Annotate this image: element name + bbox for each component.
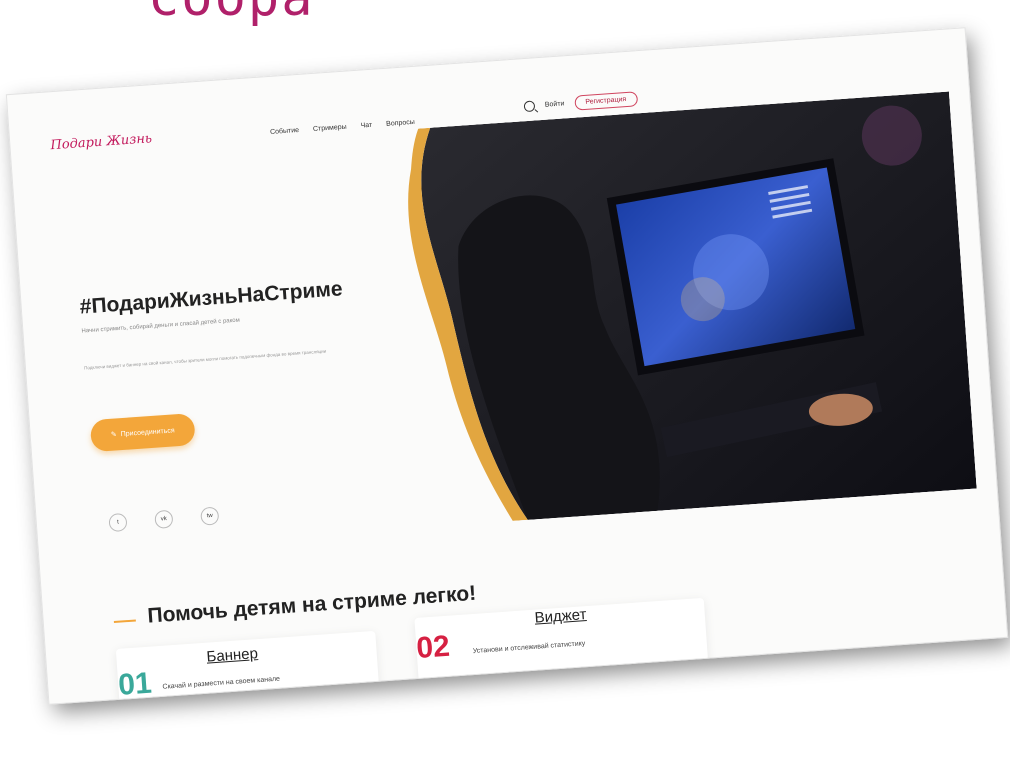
social-links: t vk tw	[108, 506, 220, 533]
step-title-widget[interactable]: Виджет	[534, 606, 587, 627]
search-icon[interactable]	[523, 100, 536, 113]
site-logo[interactable]: Подари Жизнь	[50, 131, 153, 153]
step-desc-widget: Установи и отслеживай статистику	[472, 640, 586, 656]
step-title-banner[interactable]: Баннер	[206, 645, 259, 666]
twitter-icon[interactable]: t	[108, 512, 128, 533]
hero-gamer-image	[390, 91, 977, 528]
section-divider	[113, 619, 136, 624]
step-desc-banner: Скачай и размести на своем канале	[162, 675, 281, 691]
register-button[interactable]: Регистрация	[573, 91, 638, 111]
website-screenshot: Подари Жизнь Событие Стримеры Чат Вопрос…	[5, 27, 1009, 705]
twitch-icon[interactable]: tw	[200, 506, 220, 526]
nav-item-chat[interactable]: Чат	[360, 121, 372, 129]
step-card-banner[interactable]: 01 Баннер Скачай и размести на своем кан…	[115, 630, 381, 705]
nav-item-streamers[interactable]: Стримеры	[313, 123, 347, 132]
pencil-icon: ✎	[110, 431, 118, 439]
nav-item-faq[interactable]: Вопросы	[386, 118, 415, 127]
step-number: 02	[415, 629, 451, 665]
vk-icon[interactable]: vk	[154, 509, 174, 529]
step-number: 01	[117, 666, 153, 702]
step-card-widget[interactable]: 02 Виджет Установи и отслеживай статисти…	[414, 597, 709, 688]
hero-description: Подключи виджет и баннер на свой канал, …	[83, 348, 327, 371]
slide-title: сбора	[148, 0, 315, 28]
join-button[interactable]: ✎ Присоединиться	[89, 412, 196, 453]
join-button-label: Присоединиться	[120, 426, 175, 438]
login-link[interactable]: Войти	[545, 100, 565, 108]
nav-item-event[interactable]: Событие	[270, 126, 299, 135]
